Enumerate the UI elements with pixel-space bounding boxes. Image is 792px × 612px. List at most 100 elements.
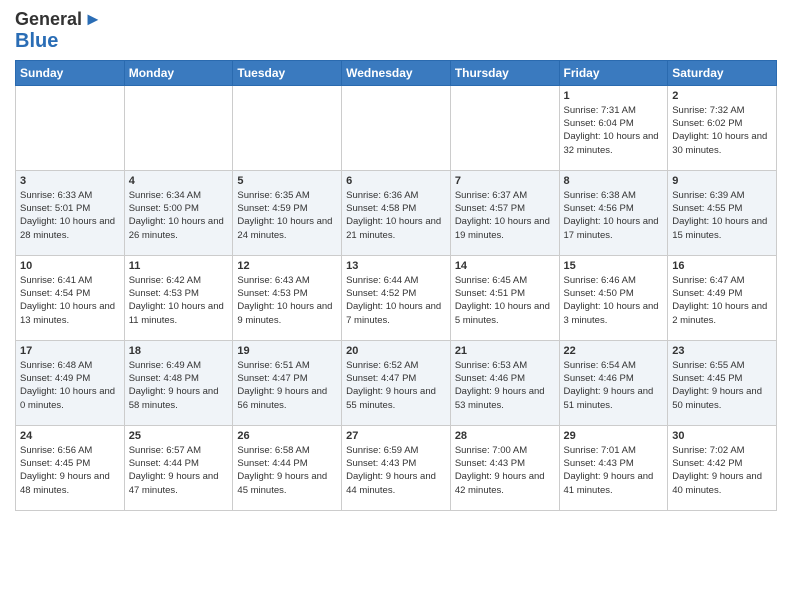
day-cell: 4 Sunrise: 6:34 AMSunset: 5:00 PMDaylight… xyxy=(124,170,233,255)
day-number: 12 xyxy=(237,260,337,272)
calendar-table: SundayMondayTuesdayWednesdayThursdayFrid… xyxy=(15,60,777,511)
day-number: 26 xyxy=(237,430,337,442)
day-number: 18 xyxy=(129,345,229,357)
day-number: 4 xyxy=(129,175,229,187)
day-cell: 28 Sunrise: 7:00 AMSunset: 4:43 PMDayligh… xyxy=(450,425,559,510)
day-number: 8 xyxy=(564,175,664,187)
day-cell xyxy=(16,85,125,170)
day-number: 15 xyxy=(564,260,664,272)
weekday-header-friday: Friday xyxy=(559,60,668,85)
day-info: Sunrise: 6:58 AMSunset: 4:44 PMDaylight:… xyxy=(237,444,337,497)
logo: General► Blue xyxy=(15,10,102,52)
weekday-header-row: SundayMondayTuesdayWednesdayThursdayFrid… xyxy=(16,60,777,85)
day-info: Sunrise: 6:33 AMSunset: 5:01 PMDaylight:… xyxy=(20,189,120,242)
calendar-body: 1 Sunrise: 7:31 AMSunset: 6:04 PMDaylight… xyxy=(16,85,777,510)
day-cell: 16 Sunrise: 6:47 AMSunset: 4:49 PMDayligh… xyxy=(668,255,777,340)
day-cell xyxy=(342,85,451,170)
day-info: Sunrise: 6:39 AMSunset: 4:55 PMDaylight:… xyxy=(672,189,772,242)
day-info: Sunrise: 7:01 AMSunset: 4:43 PMDaylight:… xyxy=(564,444,664,497)
day-number: 2 xyxy=(672,90,772,102)
day-number: 14 xyxy=(455,260,555,272)
day-number: 30 xyxy=(672,430,772,442)
day-info: Sunrise: 7:02 AMSunset: 4:42 PMDaylight:… xyxy=(672,444,772,497)
day-number: 28 xyxy=(455,430,555,442)
day-number: 1 xyxy=(564,90,664,102)
day-info: Sunrise: 6:44 AMSunset: 4:52 PMDaylight:… xyxy=(346,274,446,327)
day-number: 7 xyxy=(455,175,555,187)
day-cell: 18 Sunrise: 6:49 AMSunset: 4:48 PMDayligh… xyxy=(124,340,233,425)
day-number: 9 xyxy=(672,175,772,187)
page-header: General► Blue xyxy=(15,10,777,52)
calendar-header: SundayMondayTuesdayWednesdayThursdayFrid… xyxy=(16,60,777,85)
weekday-header-thursday: Thursday xyxy=(450,60,559,85)
day-cell xyxy=(233,85,342,170)
day-info: Sunrise: 6:47 AMSunset: 4:49 PMDaylight:… xyxy=(672,274,772,327)
day-cell: 10Sunrise: 6:41 AMSunset: 4:54 PMDayligh… xyxy=(16,255,125,340)
day-info: Sunrise: 6:42 AMSunset: 4:53 PMDaylight:… xyxy=(129,274,229,327)
day-cell: 6Sunrise: 6:36 AMSunset: 4:58 PMDaylight… xyxy=(342,170,451,255)
day-info: Sunrise: 6:45 AMSunset: 4:51 PMDaylight:… xyxy=(455,274,555,327)
day-info: Sunrise: 7:32 AMSunset: 6:02 PMDaylight:… xyxy=(672,104,772,157)
day-info: Sunrise: 6:56 AMSunset: 4:45 PMDaylight:… xyxy=(20,444,120,497)
day-cell: 25 Sunrise: 6:57 AMSunset: 4:44 PMDayligh… xyxy=(124,425,233,510)
day-number: 29 xyxy=(564,430,664,442)
day-cell: 13 Sunrise: 6:44 AMSunset: 4:52 PMDayligh… xyxy=(342,255,451,340)
day-cell: 19 Sunrise: 6:51 AMSunset: 4:47 PMDayligh… xyxy=(233,340,342,425)
day-cell: 30 Sunrise: 7:02 AMSunset: 4:42 PMDayligh… xyxy=(668,425,777,510)
day-cell: 12 Sunrise: 6:43 AMSunset: 4:53 PMDayligh… xyxy=(233,255,342,340)
weekday-header-tuesday: Tuesday xyxy=(233,60,342,85)
day-info: Sunrise: 6:59 AMSunset: 4:43 PMDaylight:… xyxy=(346,444,446,497)
day-number: 3 xyxy=(20,175,120,187)
week-row-2: 3 Sunrise: 6:33 AMSunset: 5:01 PMDaylight… xyxy=(16,170,777,255)
day-cell: 23 Sunrise: 6:55 AMSunset: 4:45 PMDayligh… xyxy=(668,340,777,425)
day-info: Sunrise: 6:34 AMSunset: 5:00 PMDaylight:… xyxy=(129,189,229,242)
day-cell: 29 Sunrise: 7:01 AMSunset: 4:43 PMDayligh… xyxy=(559,425,668,510)
day-cell: 1 Sunrise: 7:31 AMSunset: 6:04 PMDaylight… xyxy=(559,85,668,170)
day-number: 21 xyxy=(455,345,555,357)
day-info: Sunrise: 6:55 AMSunset: 4:45 PMDaylight:… xyxy=(672,359,772,412)
day-info: Sunrise: 6:57 AMSunset: 4:44 PMDaylight:… xyxy=(129,444,229,497)
day-info: Sunrise: 6:46 AMSunset: 4:50 PMDaylight:… xyxy=(564,274,664,327)
day-cell: 24 Sunrise: 6:56 AMSunset: 4:45 PMDayligh… xyxy=(16,425,125,510)
day-cell: 27Sunrise: 6:59 AMSunset: 4:43 PMDayligh… xyxy=(342,425,451,510)
day-number: 22 xyxy=(564,345,664,357)
day-number: 25 xyxy=(129,430,229,442)
day-info: Sunrise: 7:31 AMSunset: 6:04 PMDaylight:… xyxy=(564,104,664,157)
week-row-5: 24 Sunrise: 6:56 AMSunset: 4:45 PMDayligh… xyxy=(16,425,777,510)
day-number: 17 xyxy=(20,345,120,357)
day-info: Sunrise: 6:49 AMSunset: 4:48 PMDaylight:… xyxy=(129,359,229,412)
day-info: Sunrise: 6:51 AMSunset: 4:47 PMDaylight:… xyxy=(237,359,337,412)
day-number: 5 xyxy=(237,175,337,187)
day-cell: 9 Sunrise: 6:39 AMSunset: 4:55 PMDaylight… xyxy=(668,170,777,255)
day-cell: 14 Sunrise: 6:45 AMSunset: 4:51 PMDayligh… xyxy=(450,255,559,340)
day-cell: 20 Sunrise: 6:52 AMSunset: 4:47 PMDayligh… xyxy=(342,340,451,425)
day-cell: 17 Sunrise: 6:48 AMSunset: 4:49 PMDayligh… xyxy=(16,340,125,425)
day-cell xyxy=(124,85,233,170)
day-info: Sunrise: 7:00 AMSunset: 4:43 PMDaylight:… xyxy=(455,444,555,497)
day-cell: 8Sunrise: 6:38 AMSunset: 4:56 PMDaylight… xyxy=(559,170,668,255)
day-number: 16 xyxy=(672,260,772,272)
day-cell: 22Sunrise: 6:54 AMSunset: 4:46 PMDayligh… xyxy=(559,340,668,425)
weekday-header-saturday: Saturday xyxy=(668,60,777,85)
day-number: 10 xyxy=(20,260,120,272)
day-cell: 21Sunrise: 6:53 AMSunset: 4:46 PMDayligh… xyxy=(450,340,559,425)
weekday-header-monday: Monday xyxy=(124,60,233,85)
day-number: 11 xyxy=(129,260,229,272)
day-info: Sunrise: 6:37 AMSunset: 4:57 PMDaylight:… xyxy=(455,189,555,242)
day-info: Sunrise: 6:52 AMSunset: 4:47 PMDaylight:… xyxy=(346,359,446,412)
day-info: Sunrise: 6:43 AMSunset: 4:53 PMDaylight:… xyxy=(237,274,337,327)
logo-blue-text: Blue xyxy=(15,30,58,52)
day-cell: 7 Sunrise: 6:37 AMSunset: 4:57 PMDaylight… xyxy=(450,170,559,255)
logo-text: General► xyxy=(15,10,102,30)
day-info: Sunrise: 6:48 AMSunset: 4:49 PMDaylight:… xyxy=(20,359,120,412)
week-row-4: 17 Sunrise: 6:48 AMSunset: 4:49 PMDayligh… xyxy=(16,340,777,425)
weekday-header-sunday: Sunday xyxy=(16,60,125,85)
day-number: 23 xyxy=(672,345,772,357)
day-number: 19 xyxy=(237,345,337,357)
day-cell: 11 Sunrise: 6:42 AMSunset: 4:53 PMDayligh… xyxy=(124,255,233,340)
day-number: 24 xyxy=(20,430,120,442)
day-number: 13 xyxy=(346,260,446,272)
day-number: 20 xyxy=(346,345,446,357)
day-info: Sunrise: 6:35 AMSunset: 4:59 PMDaylight:… xyxy=(237,189,337,242)
day-cell: 2 Sunrise: 7:32 AMSunset: 6:02 PMDaylight… xyxy=(668,85,777,170)
